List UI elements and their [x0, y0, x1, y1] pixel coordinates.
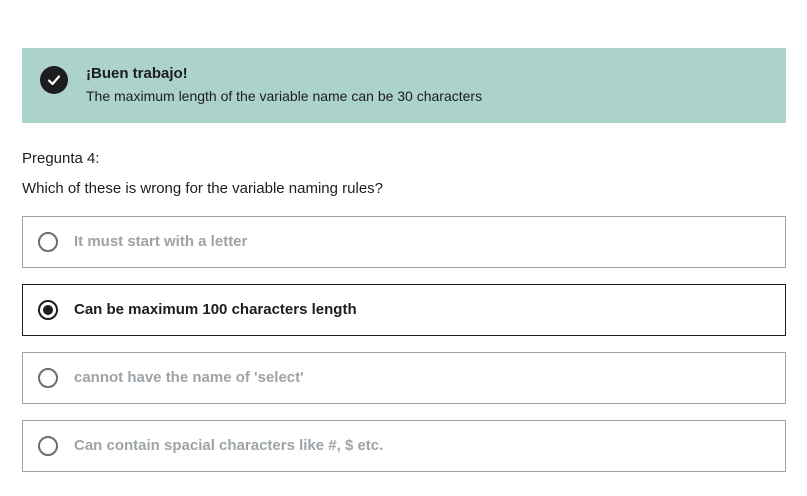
check-circle-icon — [40, 66, 68, 94]
question-number: Pregunta 4: — [22, 150, 100, 167]
answer-option-2[interactable]: Can be maximum 100 characters length — [22, 284, 786, 336]
radio-button-selected[interactable] — [38, 300, 58, 320]
answer-option-label: Can contain spacial characters like #, $… — [74, 437, 384, 454]
answer-option-label: Can be maximum 100 characters length — [74, 301, 357, 318]
question-text: Which of these is wrong for the variable… — [22, 180, 384, 197]
radio-button[interactable] — [38, 368, 58, 388]
answer-option-label: It must start with a letter — [74, 233, 248, 250]
feedback-title: ¡Buen trabajo! — [86, 65, 188, 82]
radio-button[interactable] — [38, 436, 58, 456]
answer-option-4[interactable]: Can contain spacial characters like #, $… — [22, 420, 786, 472]
feedback-message: The maximum length of the variable name … — [86, 88, 483, 104]
answer-option-label: cannot have the name of 'select' — [74, 369, 304, 386]
radio-button[interactable] — [38, 232, 58, 252]
feedback-banner: ¡Buen trabajo! The maximum length of the… — [22, 48, 786, 123]
answer-option-3[interactable]: cannot have the name of 'select' — [22, 352, 786, 404]
answer-option-1[interactable]: It must start with a letter — [22, 216, 786, 268]
